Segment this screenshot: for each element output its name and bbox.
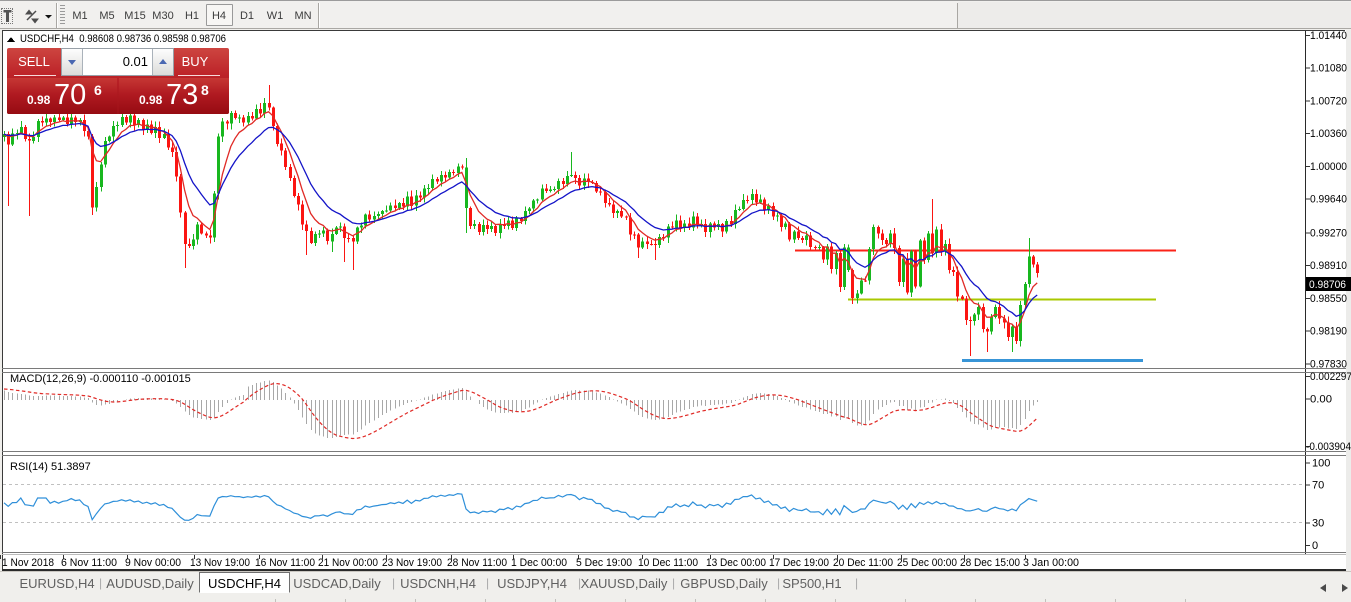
svg-text:23 Nov 19:00: 23 Nov 19:00: [382, 557, 442, 569]
svg-text:6 Nov 11:00: 6 Nov 11:00: [61, 557, 117, 569]
svg-text:1.01080: 1.01080: [1310, 63, 1347, 75]
svg-text:0.00: 0.00: [1310, 394, 1332, 406]
svg-text:-0.003904: -0.003904: [1306, 441, 1351, 453]
svg-text:0.98910: 0.98910: [1310, 260, 1347, 272]
svg-text:1.00000: 1.00000: [1310, 161, 1347, 173]
svg-text:1.01440: 1.01440: [1310, 30, 1347, 42]
svg-text:21 Nov 00:00: 21 Nov 00:00: [318, 557, 378, 569]
svg-text:16 Nov 11:00: 16 Nov 11:00: [255, 557, 315, 569]
svg-text:0.002297: 0.002297: [1310, 371, 1351, 383]
svg-text:USDCHF,H4 0.98608 0.98736 0.9: USDCHF,H4 0.98608 0.98736 0.98598 0.9870…: [20, 33, 226, 45]
svg-text:9 Nov 00:00: 9 Nov 00:00: [125, 557, 181, 569]
svg-text:28 Dec 15:00: 28 Dec 15:00: [960, 557, 1020, 569]
svg-text:100: 100: [1312, 458, 1330, 470]
svg-text:MACD(12,26,9) -0.000110 -0.001: MACD(12,26,9) -0.000110 -0.001015: [10, 373, 191, 385]
svg-text:0.97830: 0.97830: [1310, 358, 1347, 370]
svg-text:1.00360: 1.00360: [1310, 128, 1347, 140]
svg-text:RSI(14) 51.3897: RSI(14) 51.3897: [10, 461, 91, 473]
svg-text:0.99270: 0.99270: [1310, 227, 1347, 239]
svg-text:0.99640: 0.99640: [1310, 194, 1347, 206]
svg-text:1 Nov 2018: 1 Nov 2018: [2, 557, 54, 569]
svg-text:70: 70: [1312, 480, 1324, 492]
svg-text:20 Dec 11:00: 20 Dec 11:00: [833, 557, 893, 569]
svg-text:5 Dec 19:00: 5 Dec 19:00: [576, 557, 632, 569]
svg-text:17 Dec 19:00: 17 Dec 19:00: [769, 557, 829, 569]
svg-text:30: 30: [1312, 518, 1324, 530]
svg-text:28 Nov 11:00: 28 Nov 11:00: [447, 557, 507, 569]
svg-text:13 Nov 19:00: 13 Nov 19:00: [190, 557, 250, 569]
svg-text:0.98550: 0.98550: [1310, 293, 1347, 305]
svg-text:13 Dec 00:00: 13 Dec 00:00: [706, 557, 766, 569]
svg-text:0.98706: 0.98706: [1309, 279, 1346, 291]
svg-text:25 Dec 00:00: 25 Dec 00:00: [897, 557, 957, 569]
svg-text:0.98190: 0.98190: [1310, 326, 1347, 338]
svg-text:3 Jan 00:00: 3 Jan 00:00: [1023, 557, 1079, 569]
svg-text:10 Dec 11:00: 10 Dec 11:00: [638, 557, 698, 569]
svg-text:1.00720: 1.00720: [1310, 96, 1347, 108]
svg-text:1 Dec 00:00: 1 Dec 00:00: [511, 557, 567, 569]
svg-text:0: 0: [1312, 540, 1318, 552]
